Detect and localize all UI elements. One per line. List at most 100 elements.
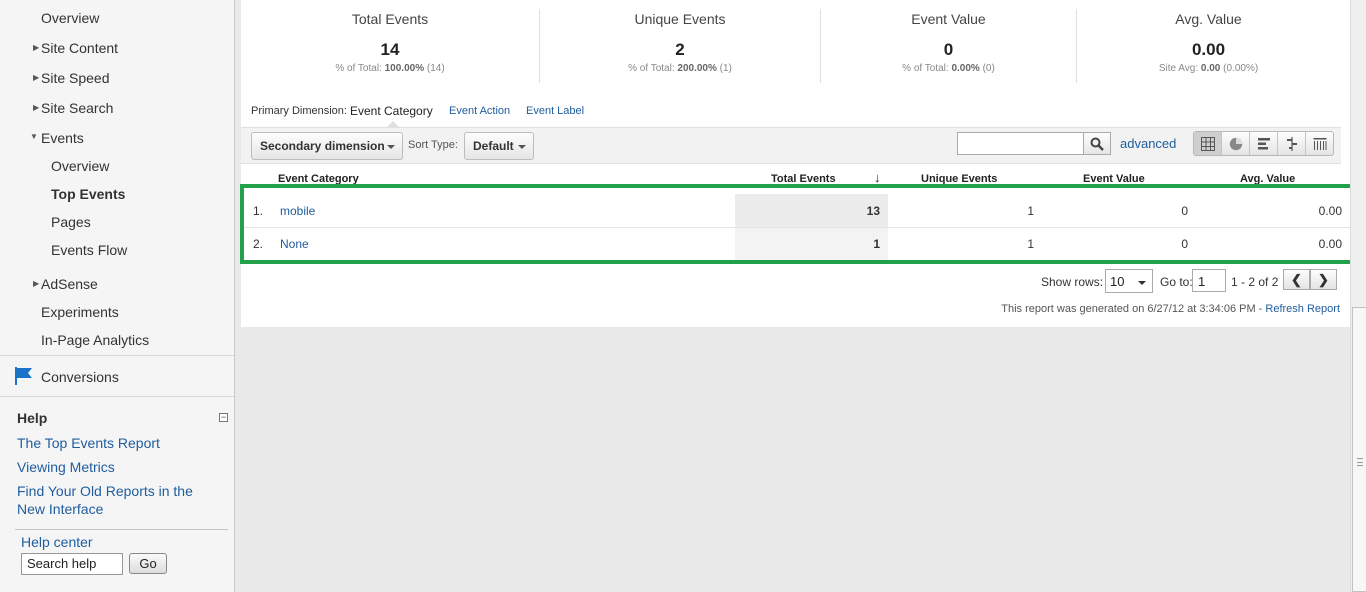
sidebar-item-events[interactable]: ▼ Events (30, 130, 84, 146)
summary-event-value: Event Value 0 % of Total: 0.00% (0) (821, 0, 1076, 84)
total-events-value: 13 (866, 204, 880, 218)
dropdown-label: Secondary dimension (260, 139, 385, 153)
summary-label: Avg. Value (1175, 11, 1242, 27)
sidebar-item-label: Conversions (41, 369, 119, 385)
help-link-viewing-metrics[interactable]: Viewing Metrics (17, 458, 222, 476)
dimension-event-label[interactable]: Event Label (526, 105, 584, 117)
sort-type-label: Sort Type: (408, 139, 458, 151)
summary-value: 0.00 (1191, 40, 1226, 59)
sidebar-divider (0, 355, 234, 356)
help-search-input[interactable]: Search help cente (21, 553, 123, 575)
event-value-value: 0 (1181, 237, 1188, 251)
report-panel: Total Events 14 % of Total: 100.00% (14)… (241, 0, 1350, 327)
summary-total-events: Total Events 14 % of Total: 100.00% (14) (241, 0, 539, 84)
previous-page-button[interactable]: ❮ (1283, 269, 1310, 290)
event-category-link[interactable]: mobile (280, 204, 315, 218)
sidebar-item-label: Events (41, 130, 84, 146)
pie-view-icon (1229, 137, 1243, 151)
page-scrollbar[interactable] (1350, 0, 1366, 592)
expand-triangle-icon: ▶ (33, 43, 40, 52)
summary-value: 0 (943, 40, 954, 59)
chevron-down-icon (518, 145, 526, 149)
sidebar-item-events-flow[interactable]: Events Flow (51, 242, 127, 258)
pivot-view-button[interactable] (1306, 132, 1334, 155)
summary-label: Unique Events (634, 11, 726, 27)
table-view-button[interactable] (1194, 132, 1222, 155)
flag-icon (15, 367, 32, 385)
advanced-filter-link[interactable]: advanced (1120, 136, 1176, 151)
column-header-event-value[interactable]: Event Value (1083, 173, 1145, 185)
unique-events-value: 1 (1027, 204, 1034, 218)
dropdown-label: Default (473, 139, 514, 153)
collapse-triangle-icon: ▼ (30, 132, 38, 141)
sidebar-item-conversions[interactable]: Conversions (41, 369, 119, 385)
help-link-old-reports[interactable]: Find Your Old Reports in the New Interfa… (17, 482, 222, 518)
sidebar-item-experiments[interactable]: Experiments (41, 304, 119, 320)
grip-icon (1357, 458, 1363, 466)
sidebar-item-events-overview[interactable]: Overview (51, 158, 109, 174)
summary-subtext: % of Total: 100.00% (14) (335, 63, 445, 74)
show-rows-select[interactable]: 10 (1105, 269, 1153, 293)
summary-subtext: % of Total: 200.00% (1) (628, 63, 732, 74)
table-toolbar: Secondary dimension Sort Type: Default a… (241, 127, 1341, 164)
sidebar-item-overview[interactable]: Overview (41, 10, 99, 26)
pie-view-button[interactable] (1222, 132, 1250, 155)
sidebar-item-adsense[interactable]: ▶ AdSense (33, 276, 98, 292)
help-center-link[interactable]: Help center (21, 534, 93, 550)
summary-value: 14 (380, 40, 400, 59)
sidebar-item-pages[interactable]: Pages (51, 214, 91, 230)
help-link-top-events[interactable]: The Top Events Report (17, 434, 222, 452)
sort-type-dropdown[interactable]: Default (464, 132, 534, 160)
sidebar-item-site-search[interactable]: ▶ Site Search (33, 100, 114, 116)
secondary-dimension-dropdown[interactable]: Secondary dimension (251, 132, 403, 160)
help-title: Help (17, 410, 48, 426)
collapse-icon[interactable]: − (219, 413, 228, 422)
sidebar-item-label: Site Search (41, 100, 114, 116)
dimension-event-action[interactable]: Event Action (449, 105, 510, 117)
summary-avg-value: Avg. Value 0.00 Site Avg: 0.00 (0.00%) (1077, 0, 1340, 84)
summary-label: Event Value (911, 11, 986, 27)
summary-value: 2 (675, 40, 685, 59)
search-icon (1090, 137, 1104, 151)
help-go-button[interactable]: Go (129, 553, 167, 574)
row-index: 2. (253, 237, 264, 251)
page-range: 1 - 2 of 2 (1231, 275, 1279, 289)
sidebar-item-label: Overview (41, 10, 100, 26)
pivot-view-icon (1313, 138, 1327, 150)
table-view-icon (1201, 137, 1215, 151)
sidebar-item-label: Events Flow (51, 242, 128, 258)
event-value-value: 0 (1181, 204, 1188, 218)
table-filter-button[interactable] (1083, 132, 1111, 155)
column-header-avg-value[interactable]: Avg. Value (1240, 173, 1295, 185)
table-filter-input[interactable] (957, 132, 1084, 155)
total-events-value: 1 (873, 237, 880, 251)
show-rows-value: 10 (1110, 274, 1125, 289)
chevron-down-icon (387, 145, 395, 149)
summary-label: Total Events (351, 11, 429, 27)
avg-value-value: 0.00 (1318, 204, 1342, 218)
sidebar-item-in-page-analytics[interactable]: In-Page Analytics (41, 332, 149, 348)
sort-descending-icon: ↓ (874, 170, 881, 185)
column-header-unique-events[interactable]: Unique Events (921, 173, 997, 185)
sidebar-item-site-content[interactable]: ▶ Site Content (33, 40, 118, 56)
goto-page-input[interactable]: 1 (1192, 269, 1226, 292)
table-row: 1. mobile 13 1 0 0.00 (241, 194, 1350, 227)
event-category-link[interactable]: None (280, 237, 309, 251)
report-generated-note: This report was generated on 6/27/12 at … (1001, 303, 1340, 315)
expand-triangle-icon: ▶ (33, 73, 40, 82)
sidebar-divider (0, 396, 234, 397)
sidebar-item-top-events[interactable]: Top Events (51, 186, 125, 202)
next-page-button[interactable]: ❯ (1310, 269, 1337, 290)
column-header-total-events[interactable]: Total Events (771, 173, 836, 185)
view-switcher (1193, 131, 1334, 156)
column-header-event-category[interactable]: Event Category (278, 173, 359, 185)
avg-value-value: 0.00 (1318, 237, 1342, 251)
scrollbar-thumb[interactable] (1352, 307, 1366, 592)
sidebar-item-site-speed[interactable]: ▶ Site Speed (33, 70, 110, 86)
sidebar-item-label: Experiments (41, 304, 119, 320)
expand-triangle-icon: ▶ (33, 103, 40, 112)
generated-text: This report was generated on 6/27/12 at … (1001, 303, 1266, 315)
performance-view-button[interactable] (1250, 132, 1278, 155)
comparison-view-button[interactable] (1278, 132, 1306, 155)
refresh-report-link[interactable]: Refresh Report (1265, 303, 1340, 315)
